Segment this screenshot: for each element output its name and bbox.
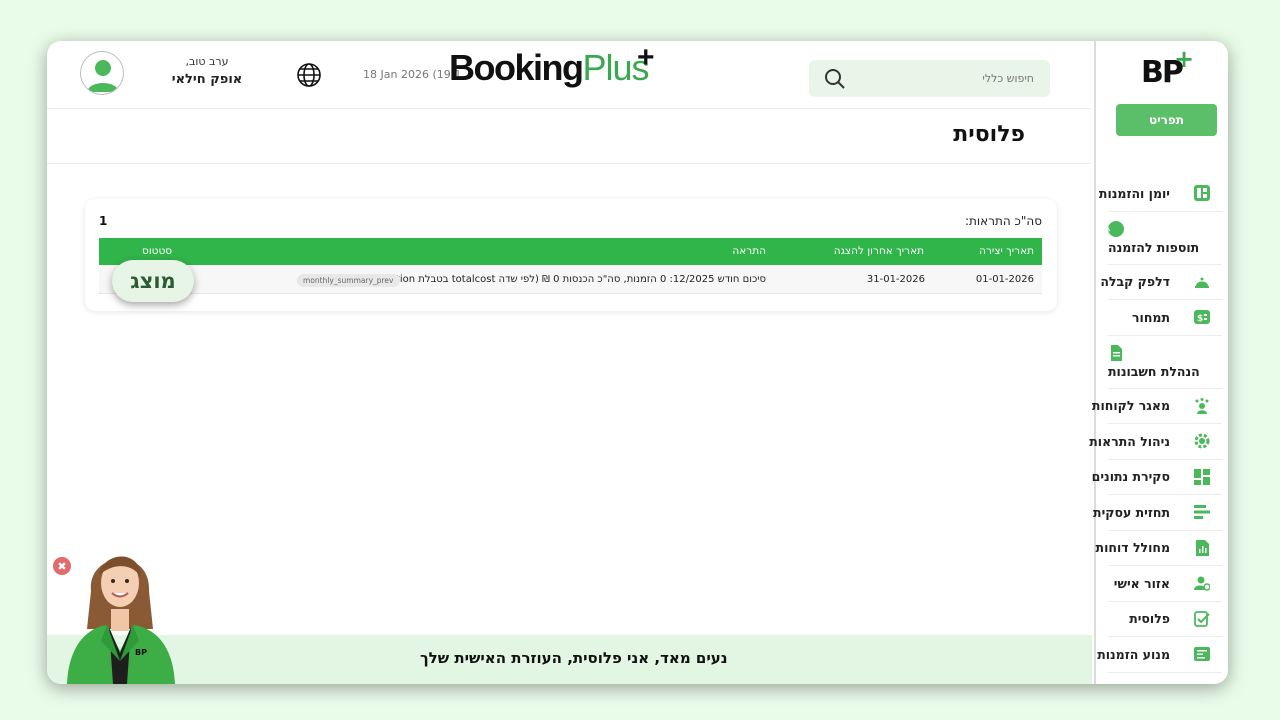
column-header-alert[interactable]: התראה (732, 238, 766, 265)
user-greeting: ערב טוב, אופק חילאי (167, 55, 247, 87)
settings-gear-icon (1194, 433, 1210, 449)
reception-bell-icon (1194, 274, 1210, 290)
sidebar-item-label: תמחור (1132, 309, 1170, 325)
sidebar-item-label: מאגר לקוחות (1091, 398, 1170, 414)
menu-button[interactable]: תפריט (1116, 104, 1217, 136)
app-window: ערב טוב, אופק חילאי 18 Jan 2026 (19:1 Bo… (47, 41, 1228, 684)
globe-icon[interactable] (296, 62, 322, 88)
sidebar-logo[interactable]: BP + (1141, 45, 1194, 90)
sidebar-item-label: הנהלת חשבונות (1108, 363, 1200, 379)
column-header-created[interactable]: תאריך יצירה (979, 238, 1034, 265)
brand-logo: BookingPlus + (449, 41, 655, 97)
sidebar-item-label: ניהול התראות (1089, 433, 1170, 449)
cell-last-display-date: 31-01-2026 (866, 274, 925, 285)
user-avatar-icon[interactable] (80, 51, 124, 95)
sidebar-item-label: דלפק קבלה (1100, 274, 1170, 290)
sidebar-item-label: מנוע הזמנות (1097, 646, 1170, 662)
personal-user-icon (1194, 575, 1210, 591)
customers-icon (1194, 397, 1210, 414)
booking-engine-icon (1194, 646, 1210, 662)
assistant-avatar[interactable]: BP (61, 531, 179, 684)
sidebar-item-alerts-management[interactable]: ניהול התראות (1089, 424, 1222, 460)
top-header: ערב טוב, אופק חילאי 18 Jan 2026 (19:1 Bo… (47, 41, 1092, 109)
sidebar-item-booking-engine[interactable]: מנוע הזמנות (1097, 637, 1222, 673)
sidebar-item-plusit[interactable]: פלוסית (1108, 602, 1222, 637)
document-icon (1108, 344, 1124, 361)
search-icon[interactable] (824, 68, 846, 90)
search-input[interactable] (864, 68, 1034, 88)
report-chart-icon (1194, 539, 1210, 556)
assistant-check-icon (1194, 610, 1210, 627)
extra-badge-icon: EXTRA (1108, 220, 1124, 237)
table-row[interactable]: 01-01-2026 31-01-2026 סיכום חודש 12/2025… (99, 265, 1042, 294)
sidebar-item-pricing[interactable]: תמחור $ (1108, 300, 1222, 336)
svg-text:$: $ (1197, 314, 1203, 324)
sidebar-item-calendar[interactable]: יומן והזמנות (1099, 176, 1222, 212)
status-badge[interactable]: מוצג (112, 260, 194, 302)
greeting-text: ערב טוב, (185, 55, 229, 68)
sidebar-item-reports[interactable]: מחולל דוחות (1096, 531, 1222, 566)
title-bar: פלוסית (47, 109, 1092, 164)
svg-text:BP: BP (135, 648, 147, 657)
sidebar-logo-plus: + (1174, 45, 1195, 73)
sidebar-item-label: סקירת נתונים (1091, 469, 1170, 485)
column-header-last-display[interactable]: תאריך אחרון להצגה (834, 238, 924, 265)
forecast-bars-icon (1194, 504, 1210, 520)
dashboard-icon (1194, 468, 1210, 485)
page-title: פלוסית (953, 122, 1025, 147)
sidebar-item-label: מחולל דוחות (1095, 540, 1170, 556)
sidebar-item-data-overview[interactable]: סקירת נתונים (1092, 460, 1222, 495)
sidebar-item-label: יומן והזמנות (1098, 185, 1170, 201)
alerts-table-header: תאריך יצירה תאריך אחרון להצגה התראה סטטו… (99, 238, 1042, 265)
cell-created-date: 01-01-2026 (975, 274, 1034, 285)
alert-tag-chip: monthly_summary_prev (297, 274, 400, 287)
sidebar-nav: יומן והזמנות EXTRA תוספות להזמנה דלפק קב… (1089, 176, 1222, 673)
sidebar-item-label: תוספות להזמנה (1108, 239, 1200, 255)
calendar-grid-icon (1194, 185, 1210, 202)
sidebar-item-label: פלוסית (1129, 611, 1170, 627)
assistant-banner: נעים מאד, אני פלוסית, העוזרת האישית שלך (47, 635, 1092, 684)
sidebar-item-forecast[interactable]: תחזית עסקית (1093, 495, 1222, 531)
brand-bold: Booking (449, 47, 584, 88)
brand-plus: + (637, 41, 655, 74)
current-datetime: 18 Jan 2026 (19:1 (363, 68, 462, 81)
sidebar-item-reception[interactable]: דלפק קבלה (1100, 265, 1222, 300)
alerts-total-value: 1 (99, 214, 108, 228)
alerts-card: סה"כ התראות: 1 תאריך יצירה תאריך אחרון ל… (85, 199, 1057, 311)
alerts-total-label: סה"כ התראות: (964, 214, 1042, 228)
sidebar-item-label: אזור אישי (1113, 575, 1170, 591)
sidebar-item-personal-area[interactable]: אזור אישי (1108, 566, 1222, 602)
user-name: אופק חילאי (171, 72, 243, 87)
price-tag-icon: $ (1194, 309, 1210, 325)
sidebar-item-extras[interactable]: EXTRA תוספות להזמנה (1108, 212, 1222, 265)
sidebar-item-label: תחזית עסקית (1093, 504, 1170, 520)
assistant-message: נעים מאד, אני פלוסית, העוזרת האישית שלך (420, 649, 728, 667)
sidebar: BP + תפריט יומן והזמנות EXTRA תוספות להז… (1089, 41, 1228, 684)
close-assistant-button[interactable]: ✖ (53, 557, 71, 575)
sidebar-item-customers[interactable]: מאגר לקוחות (1092, 389, 1222, 424)
cell-alert-text: סיכום חודש 12/2025: 0 הזמנות, סה"כ הכנסו… (351, 274, 766, 285)
sidebar-item-accounting[interactable]: הנהלת חשבונות (1108, 336, 1222, 389)
global-search (809, 60, 1050, 97)
